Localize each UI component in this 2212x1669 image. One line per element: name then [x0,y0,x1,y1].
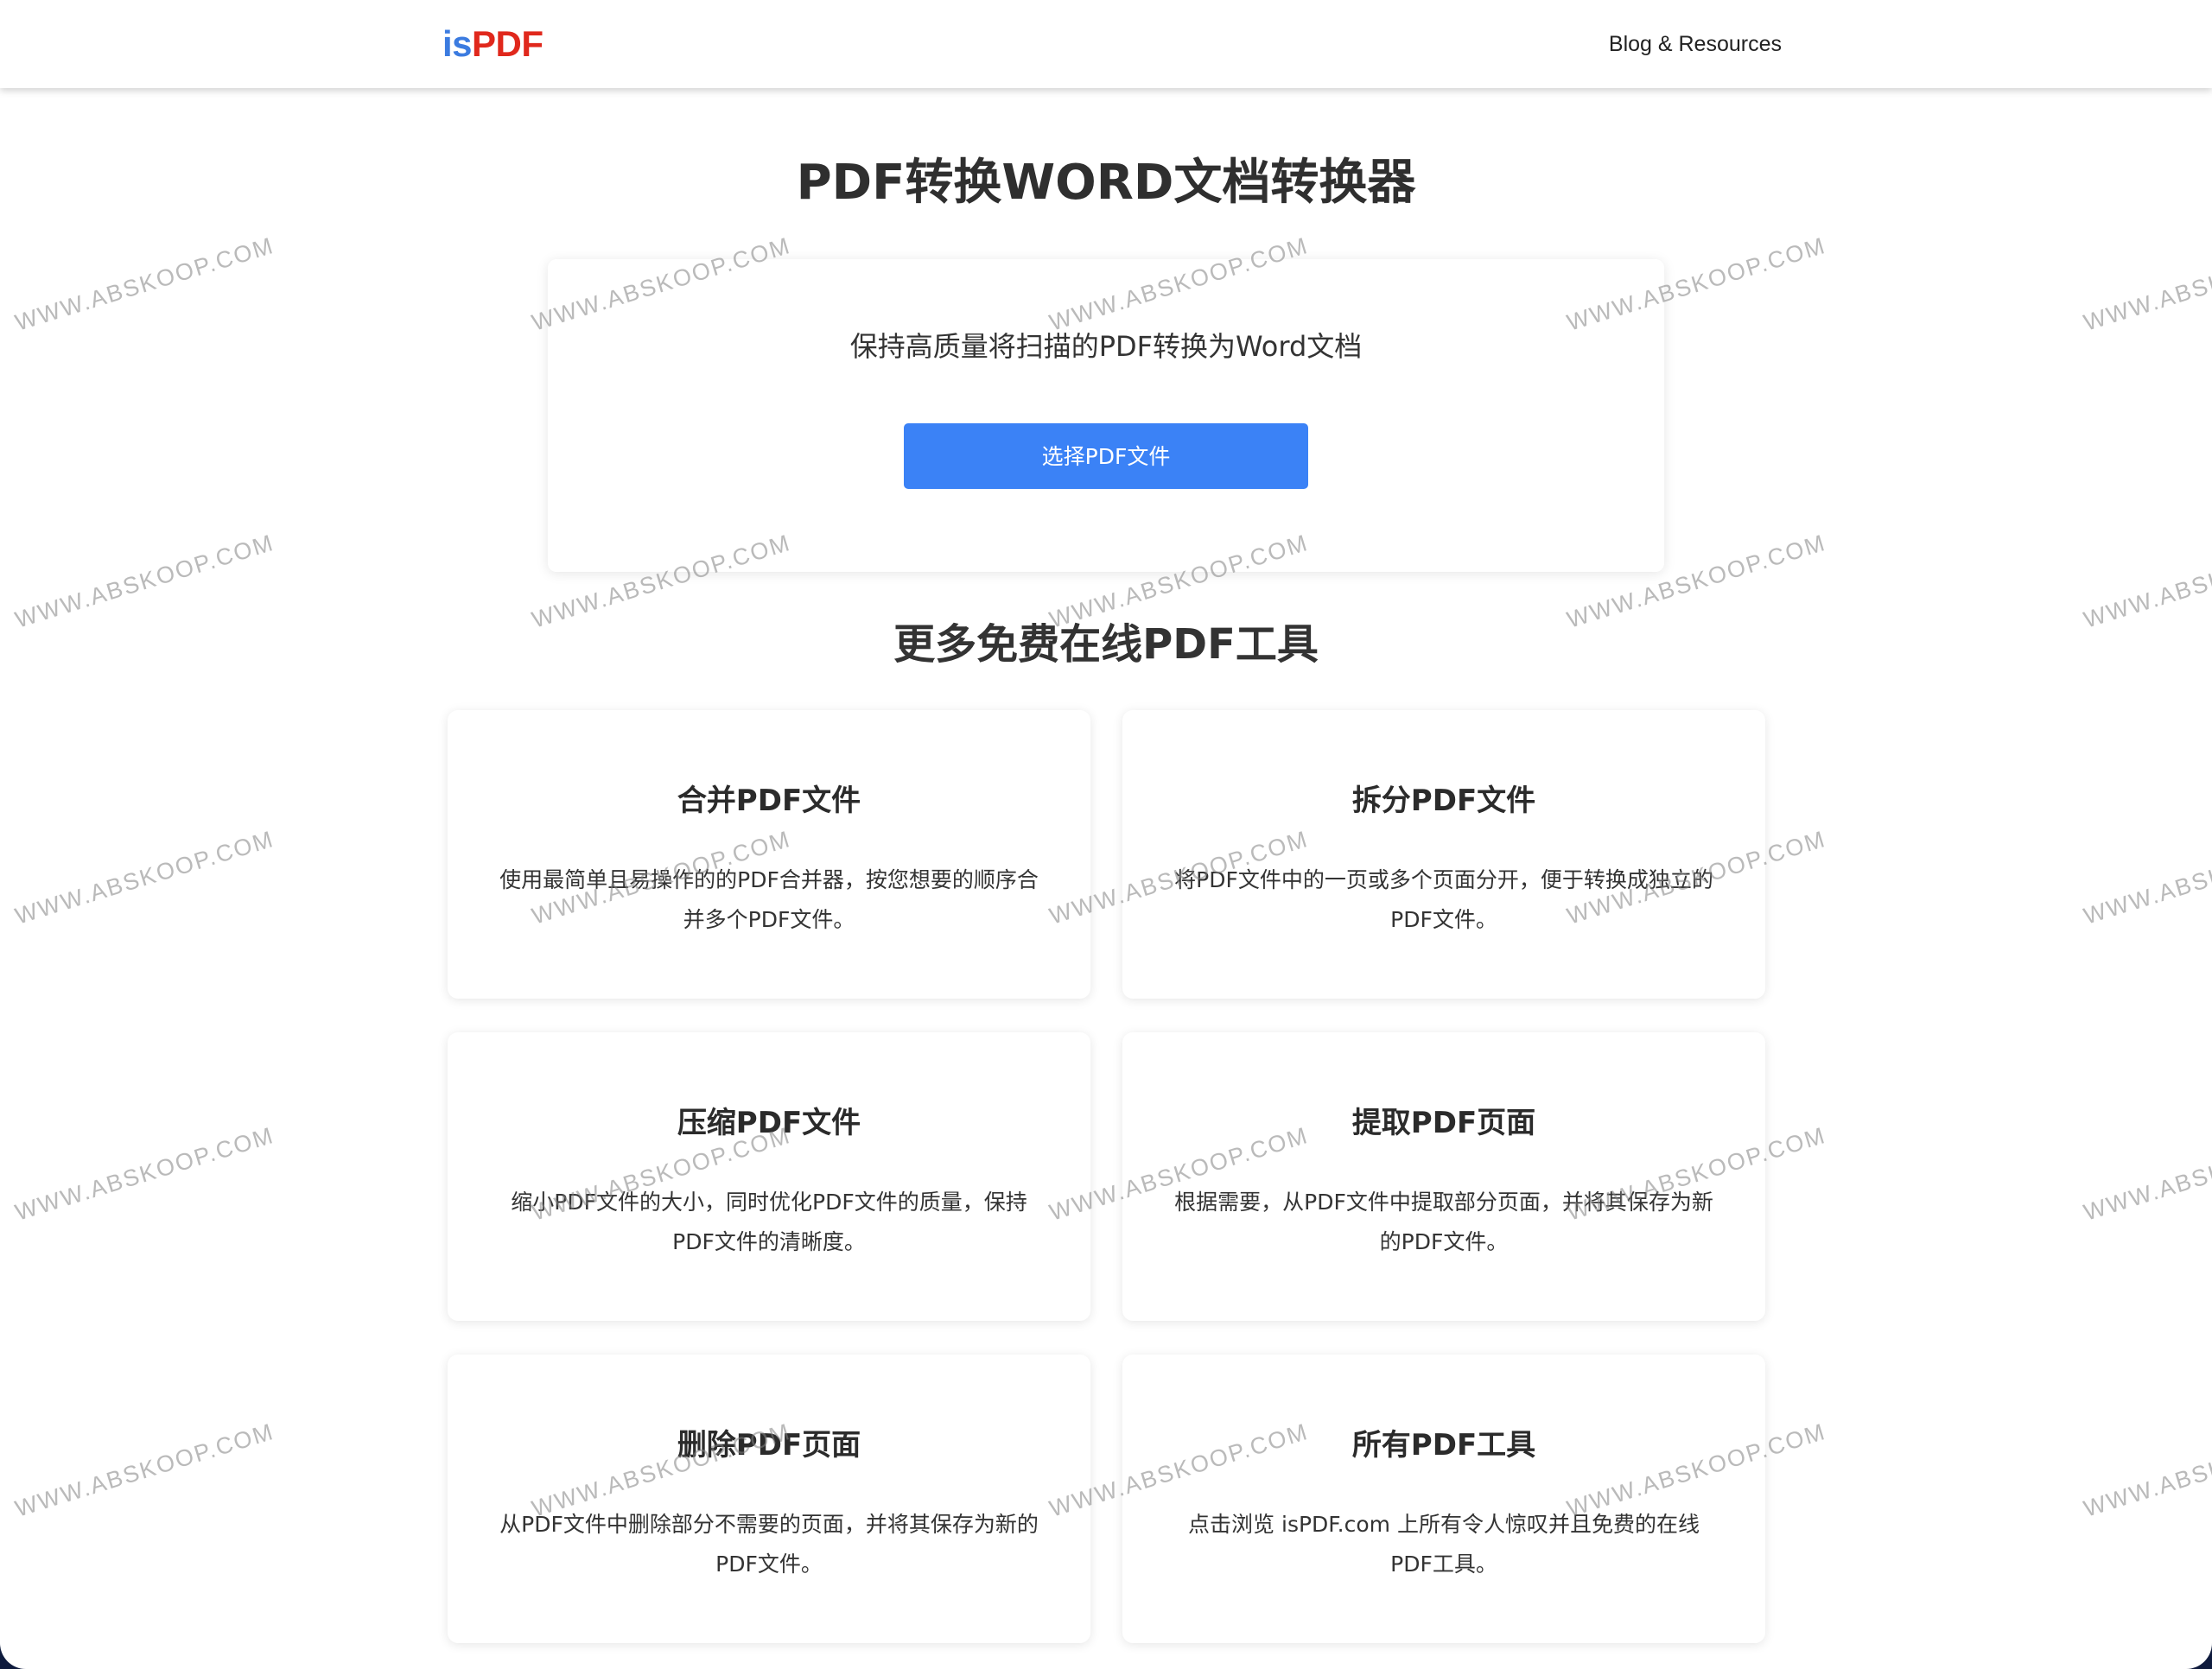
watermark: WWW.ABSKOOP.COM [12,1418,277,1522]
tool-card-all-tools[interactable]: 所有PDF工具 点击浏览 isPDF.com 上所有令人惊叹并且免费的在线PDF… [1122,1355,1765,1643]
more-tools-heading: 更多免费在线PDF工具 [893,620,1319,669]
logo-text-pdf: PDF [472,23,543,64]
tool-title: 删除PDF页面 [677,1428,861,1463]
watermark: WWW.ABSKOOP.COM [2081,232,2212,336]
tool-card-compress-pdf[interactable]: 压缩PDF文件 缩小PDF文件的大小，同时优化PDF文件的质量，保持PDF文件的… [448,1032,1090,1321]
tool-title: 提取PDF页面 [1351,1106,1536,1140]
site-logo[interactable]: isPDF [442,21,543,67]
tool-description: 将PDF文件中的一页或多个页面分开，便于转换成独立的PDF文件。 [1174,867,1713,932]
top-header: isPDF Blog & Resources [0,0,2212,88]
tool-card-merge-pdf[interactable]: 合并PDF文件 使用最简单且易操作的的PDF合并器，按您想要的顺序合并多个PDF… [448,710,1090,999]
select-pdf-button[interactable]: 选择PDF文件 [904,423,1308,489]
tool-description: 从PDF文件中删除部分不需要的页面，并将其保存为新的PDF文件。 [499,1512,1039,1577]
page-title: PDF转换WORD文档转换器 [796,155,1416,211]
tool-title: 合并PDF文件 [677,784,861,818]
logo-text-is: is [442,23,473,64]
tool-description: 缩小PDF文件的大小，同时优化PDF文件的质量，保持PDF文件的清晰度。 [511,1190,1027,1254]
watermark: WWW.ABSKOOP.COM [12,825,277,930]
tool-card-delete-pages[interactable]: 删除PDF页面 从PDF文件中删除部分不需要的页面，并将其保存为新的PDF文件。 [448,1355,1090,1643]
tool-title: 所有PDF工具 [1351,1428,1536,1463]
tool-title: 压缩PDF文件 [677,1106,861,1140]
watermark: WWW.ABSKOOP.COM [2081,1418,2212,1522]
tool-card-extract-pages[interactable]: 提取PDF页面 根据需要，从PDF文件中提取部分页面，并将其保存为新的PDF文件… [1122,1032,1765,1321]
upload-card: 保持高质量将扫描的PDF转换为Word文档 选择PDF文件 [548,259,1664,572]
watermark: WWW.ABSKOOP.COM [2081,825,2212,930]
tool-description: 点击浏览 isPDF.com 上所有令人惊叹并且免费的在线PDF工具。 [1188,1512,1700,1577]
tool-description: 根据需要，从PDF文件中提取部分页面，并将其保存为新的PDF文件。 [1174,1190,1713,1254]
tool-card-split-pdf[interactable]: 拆分PDF文件 将PDF文件中的一页或多个页面分开，便于转换成独立的PDF文件。 [1122,710,1765,999]
watermark: WWW.ABSKOOP.COM [12,232,277,336]
watermark: WWW.ABSKOOP.COM [12,1121,277,1226]
tool-description: 使用最简单且易操作的的PDF合并器，按您想要的顺序合并多个PDF文件。 [499,867,1039,932]
upload-description: 保持高质量将扫描的PDF转换为Word文档 [849,330,1363,363]
page: isPDF Blog & Resources PDF转换WORD文档转换器 保持… [0,0,2212,1669]
watermark-layer: WWW.ABSKOOP.COM WWW.ABSKOOP.COM WWW.ABSK… [0,0,2212,1669]
tool-title: 拆分PDF文件 [1351,784,1536,818]
nav-blog-resources-link[interactable]: Blog & Resources [1609,29,1782,59]
watermark: WWW.ABSKOOP.COM [2081,1121,2212,1226]
